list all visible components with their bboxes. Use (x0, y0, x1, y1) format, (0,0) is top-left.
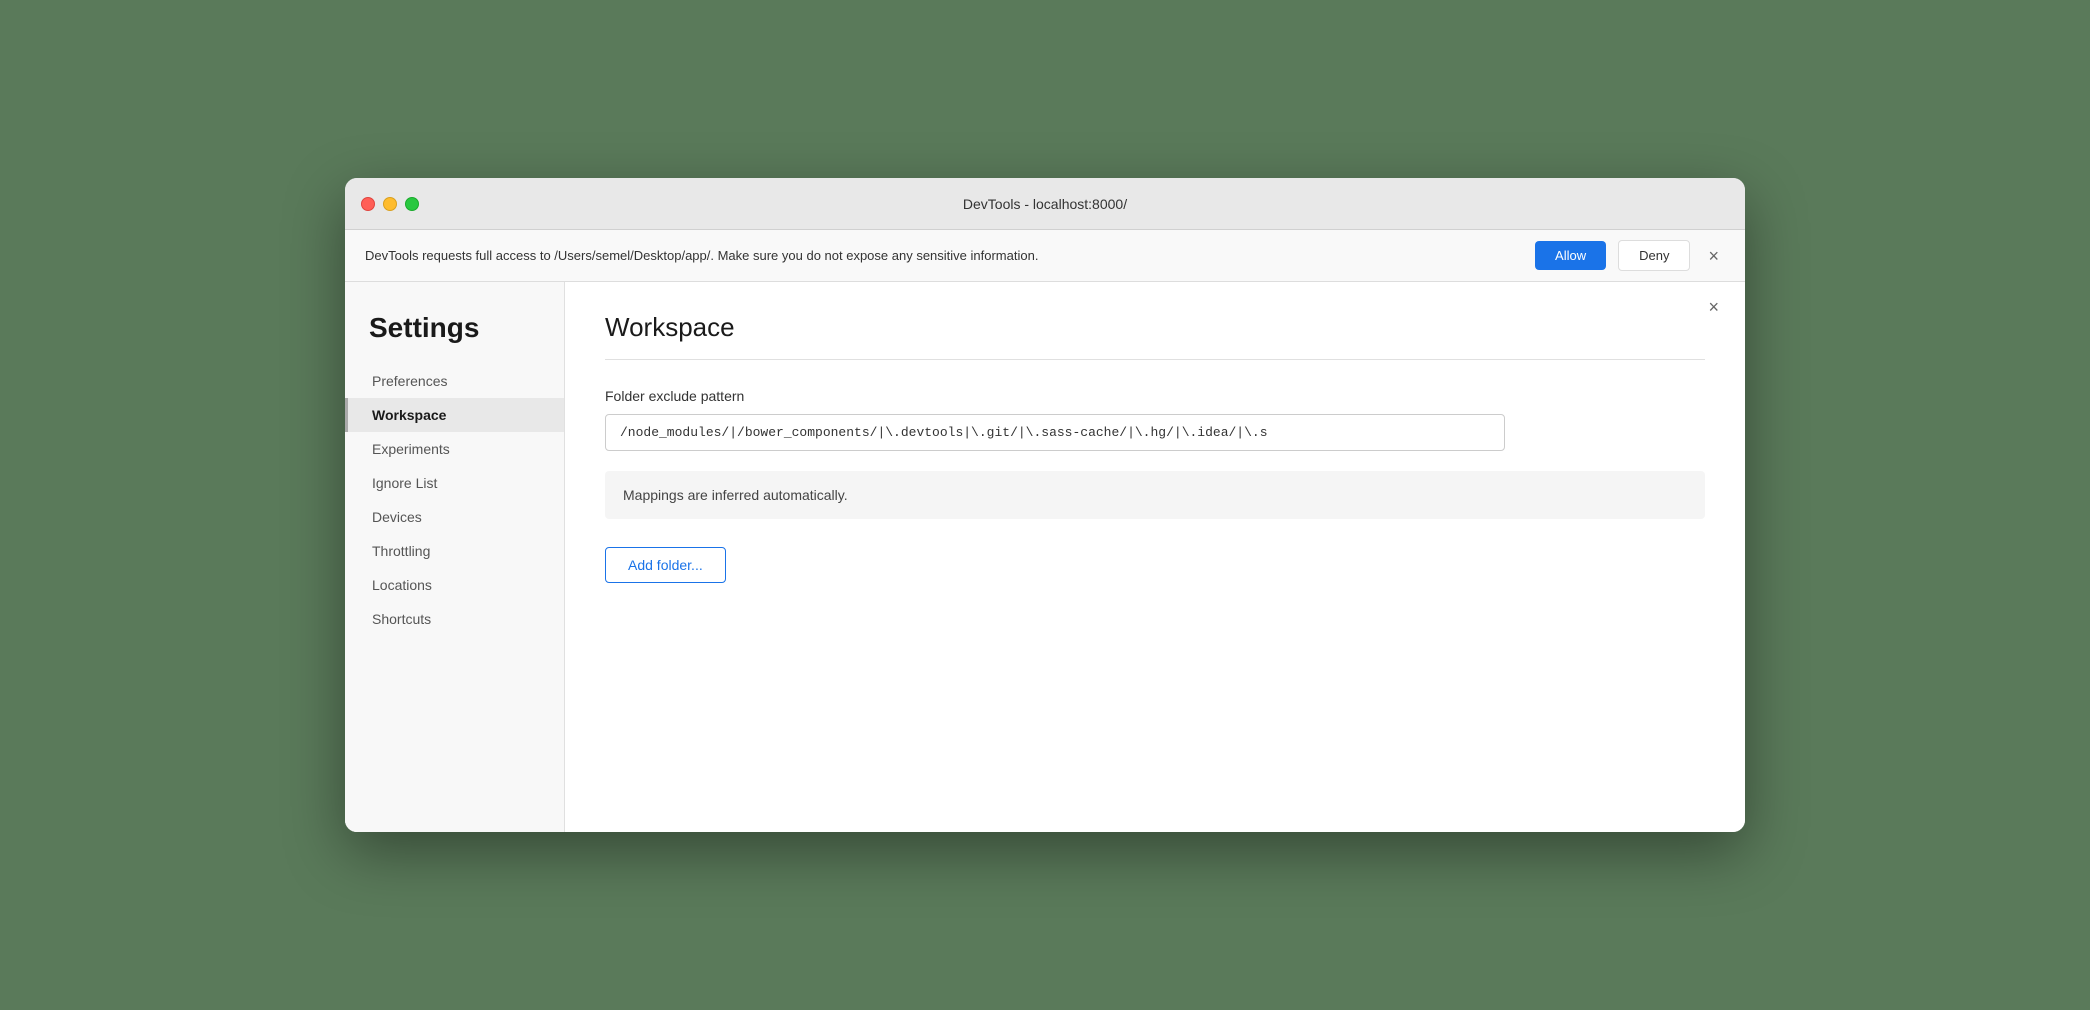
folder-exclude-label: Folder exclude pattern (605, 388, 1705, 404)
settings-close-icon[interactable]: × (1702, 296, 1725, 318)
workspace-panel: Workspace Folder exclude pattern Mapping… (565, 282, 1745, 832)
allow-button[interactable]: Allow (1535, 241, 1606, 270)
sidebar-item-ignore-list[interactable]: Ignore List (345, 466, 564, 500)
mappings-info-box: Mappings are inferred automatically. (605, 471, 1705, 519)
notification-bar: DevTools requests full access to /Users/… (345, 230, 1745, 282)
window-controls (361, 197, 419, 211)
folder-exclude-input[interactable] (605, 414, 1505, 451)
sidebar-item-devices[interactable]: Devices (345, 500, 564, 534)
main-content: × Settings Preferences Workspace Experim… (345, 282, 1745, 832)
panel-divider (605, 359, 1705, 360)
sidebar-item-shortcuts[interactable]: Shortcuts (345, 602, 564, 636)
notification-text: DevTools requests full access to /Users/… (365, 248, 1523, 263)
sidebar-item-workspace[interactable]: Workspace (345, 398, 564, 432)
sidebar-item-experiments[interactable]: Experiments (345, 432, 564, 466)
titlebar: DevTools - localhost:8000/ (345, 178, 1745, 230)
devtools-window: DevTools - localhost:8000/ DevTools requ… (345, 178, 1745, 832)
deny-button[interactable]: Deny (1618, 240, 1690, 271)
sidebar-item-throttling[interactable]: Throttling (345, 534, 564, 568)
close-window-button[interactable] (361, 197, 375, 211)
add-folder-button[interactable]: Add folder... (605, 547, 726, 583)
mappings-info-text: Mappings are inferred automatically. (623, 487, 848, 503)
notification-close-icon[interactable]: × (1702, 245, 1725, 267)
sidebar-item-preferences[interactable]: Preferences (345, 364, 564, 398)
window-title: DevTools - localhost:8000/ (963, 196, 1127, 212)
minimize-window-button[interactable] (383, 197, 397, 211)
panel-title: Workspace (605, 312, 1705, 343)
sidebar-item-locations[interactable]: Locations (345, 568, 564, 602)
settings-heading: Settings (345, 302, 564, 364)
maximize-window-button[interactable] (405, 197, 419, 211)
sidebar: Settings Preferences Workspace Experimen… (345, 282, 565, 832)
